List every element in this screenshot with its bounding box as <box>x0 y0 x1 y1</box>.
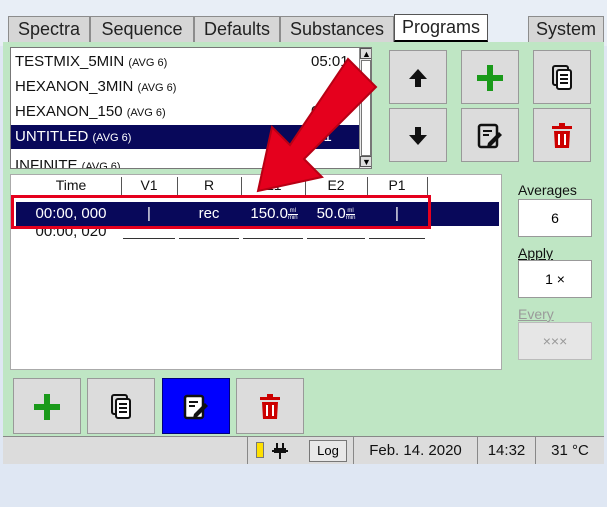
add-program-button[interactable] <box>461 50 519 104</box>
apply-label[interactable]: Apply <box>518 245 553 261</box>
status-date: Feb. 14. 2020 <box>353 437 477 464</box>
program-avg: (AVG 6) <box>81 161 121 169</box>
every-label: Every <box>518 306 554 322</box>
move-down-button[interactable] <box>389 108 447 162</box>
annotation-arrow-icon <box>256 57 378 193</box>
program-avg: (AVG 6) <box>92 132 132 144</box>
status-indicators <box>247 437 303 464</box>
copy-step-button[interactable] <box>87 378 155 434</box>
log-button[interactable]: Log <box>309 440 347 462</box>
up-arrow-icon <box>409 69 427 87</box>
column-header-time: Time <box>55 177 87 193</box>
status-time: 14:32 <box>477 437 535 464</box>
plus-icon <box>477 65 503 91</box>
power-plug-icon <box>272 443 288 459</box>
tab-spectra[interactable]: Spectra <box>8 16 90 43</box>
program-name: INFINITE <box>15 157 78 169</box>
program-avg: (AVG 6) <box>126 107 166 119</box>
apply-input[interactable]: 1 × <box>518 260 592 298</box>
tab-sequence[interactable]: Sequence <box>90 16 194 43</box>
table-row[interactable]: 00:00, 020 <box>16 223 499 249</box>
delete-step-button[interactable] <box>236 378 304 434</box>
every-input: ××× <box>518 322 592 360</box>
program-avg: (AVG 6) <box>137 82 177 94</box>
empty-value-line <box>369 238 425 239</box>
edit-icon <box>183 394 208 420</box>
empty-value-line <box>179 238 239 239</box>
averages-label: Averages <box>518 182 577 198</box>
battery-icon <box>256 442 264 458</box>
column-header-v1: V1 <box>140 177 158 193</box>
status-bar: Log Feb. 14. 2020 14:32 31 °C <box>3 436 604 464</box>
trash-icon <box>552 123 572 148</box>
move-up-button[interactable] <box>389 50 447 104</box>
program-name: UNTITLED <box>15 128 89 145</box>
plus-icon <box>34 394 60 420</box>
down-arrow-icon <box>409 127 427 145</box>
empty-value-line <box>307 238 365 239</box>
copy-icon <box>111 394 131 419</box>
copy-program-button[interactable] <box>533 50 591 104</box>
empty-value-line <box>243 238 303 239</box>
tab-bar: Spectra Sequence Defaults Substances Pro… <box>0 0 607 46</box>
status-temperature: 31 °C <box>535 437 604 464</box>
add-step-button[interactable] <box>13 378 81 434</box>
tab-programs[interactable]: Programs <box>394 14 488 42</box>
program-name: HEXANON_150 <box>15 103 123 120</box>
trash-icon <box>260 394 280 419</box>
tab-substances[interactable]: Substances <box>280 16 394 43</box>
tab-system[interactable]: System <box>528 16 604 43</box>
column-divider <box>427 177 428 195</box>
copy-icon <box>552 65 572 90</box>
delete-program-button[interactable] <box>533 108 591 162</box>
edit-icon <box>477 123 502 149</box>
tab-defaults[interactable]: Defaults <box>194 16 280 43</box>
edit-step-button-active[interactable] <box>162 378 230 434</box>
program-avg: (AVG 6) <box>128 57 168 69</box>
empty-value-line <box>123 238 175 239</box>
edit-program-button[interactable] <box>461 108 519 162</box>
program-name: HEXANON_3MIN <box>15 78 134 95</box>
averages-input[interactable]: 6 <box>518 199 592 237</box>
program-name: TESTMIX_5MIN <box>15 53 125 70</box>
